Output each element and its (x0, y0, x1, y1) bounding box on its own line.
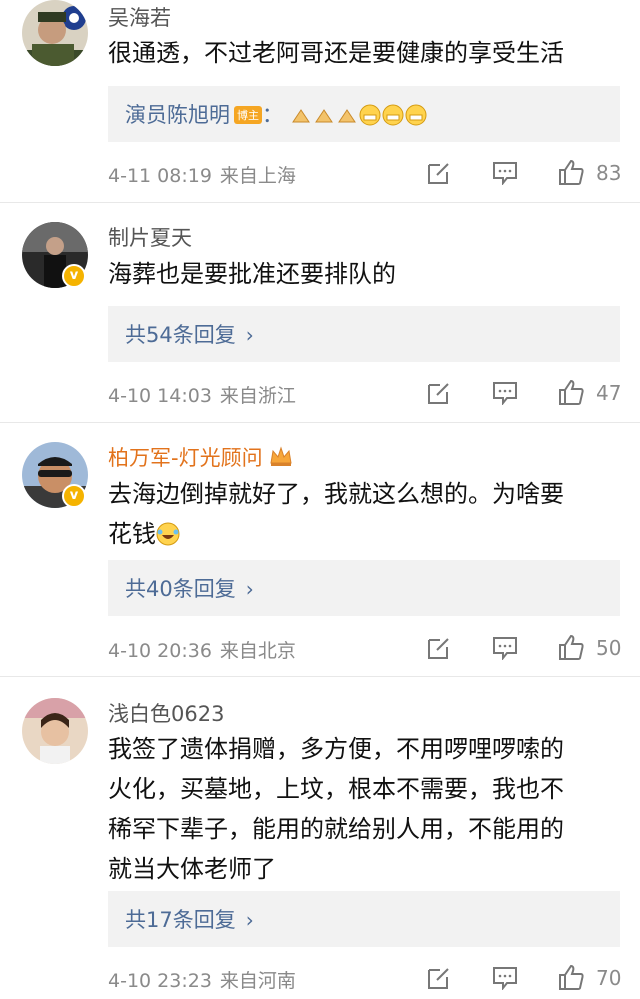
pray-emoji-icon (337, 109, 356, 123)
edit-icon[interactable] (426, 380, 452, 406)
grin-emoji-icon (382, 104, 404, 126)
location: 来自浙江 (219, 385, 296, 407)
verified-badge-icon: v (62, 264, 86, 288)
timestamp: 4-10 23:23 (108, 970, 212, 992)
pray-emoji-icon (314, 109, 333, 123)
location: 来自上海 (219, 165, 296, 187)
like-count: 50 (596, 636, 622, 660)
username[interactable]: 浅白色0623 (108, 698, 224, 728)
chevron-right-icon: › (245, 577, 254, 601)
comment-meta: 4-11 08:19 来自上海 (108, 161, 296, 188)
reply-author[interactable]: 演员陈旭明 (125, 103, 230, 127)
grin-emoji-icon (359, 104, 381, 126)
comment-icon[interactable] (492, 636, 518, 660)
reply-count-link[interactable]: 共40条回复 (125, 577, 236, 601)
comment-icon[interactable] (492, 381, 518, 405)
username[interactable]: 制片夏天 (108, 222, 192, 252)
divider (0, 676, 640, 677)
comment-icon[interactable] (492, 966, 518, 990)
chevron-right-icon: › (245, 908, 254, 932)
laugh-cry-emoji-icon (156, 522, 180, 546)
divider (0, 422, 640, 423)
location: 来自北京 (219, 640, 296, 662)
comment-text: 去海边倒掉就好了，我就这么想的。为啥要 花钱 (108, 480, 564, 548)
comment-meta: 4-10 20:36 来自北京 (108, 636, 296, 663)
thumbs-up-icon[interactable] (557, 378, 585, 406)
reply-box[interactable]: 共40条回复 › (108, 560, 620, 616)
crown-icon (269, 446, 292, 466)
avatar[interactable] (22, 698, 88, 764)
timestamp: 4-10 20:36 (108, 640, 212, 662)
edit-icon[interactable] (426, 635, 452, 661)
reply-count-link[interactable]: 共54条回复 (125, 323, 236, 347)
grin-emoji-icon (405, 104, 427, 126)
thumbs-up-icon[interactable] (557, 633, 585, 661)
reply-box[interactable]: 共17条回复 › (108, 891, 620, 947)
verified-badge-icon: v (62, 484, 86, 508)
edit-icon[interactable] (426, 160, 452, 186)
like-count: 47 (596, 381, 622, 405)
divider (0, 202, 640, 203)
comment-text: 很通透，不过老阿哥还是要健康的享受生活 (108, 39, 564, 67)
thumbs-up-icon[interactable] (557, 158, 585, 186)
location: 来自河南 (219, 970, 296, 992)
blogger-tag: 博主 (234, 106, 262, 124)
comment-text: 我签了遗体捐赠，多方便，不用啰哩啰嗦的 火化，买墓地，上坟，根本不需要，我也不 … (108, 735, 564, 883)
comment-text: 海葬也是要批准还要排队的 (108, 260, 396, 288)
username[interactable]: 柏万军-灯光顾问 (108, 442, 293, 472)
thumbs-up-icon[interactable] (557, 963, 585, 991)
comment-meta: 4-10 23:23 来自河南 (108, 966, 296, 993)
edit-icon[interactable] (426, 965, 452, 991)
username[interactable]: 吴海若 (108, 2, 171, 32)
reply-preview: 演员陈旭明 博主： (125, 99, 428, 129)
reply-count-link[interactable]: 共17条回复 (125, 908, 236, 932)
comment-meta: 4-10 14:03 来自浙江 (108, 381, 296, 408)
like-count: 83 (596, 161, 622, 185)
reply-colon: ： (262, 103, 283, 127)
like-count: 70 (596, 966, 622, 990)
pray-emoji-icon (291, 109, 310, 123)
reply-box[interactable]: 共54条回复 › (108, 306, 620, 362)
timestamp: 4-10 14:03 (108, 385, 212, 407)
timestamp: 4-11 08:19 (108, 165, 212, 187)
chevron-right-icon: › (245, 323, 254, 347)
avatar[interactable] (22, 0, 88, 66)
reply-box[interactable]: 演员陈旭明 博主： (108, 86, 620, 142)
comment-icon[interactable] (492, 161, 518, 185)
